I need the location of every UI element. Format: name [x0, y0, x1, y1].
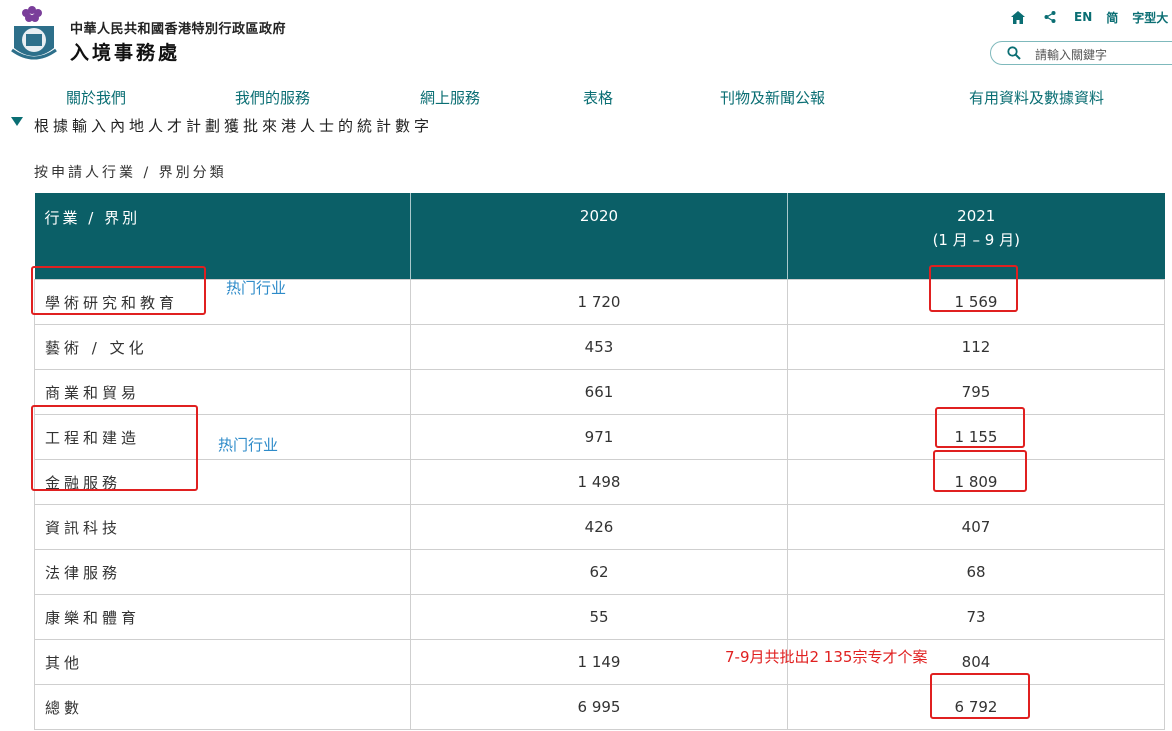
row-value-2020: 55 [410, 594, 788, 640]
top-toolbar: EN 简 字型大 [1008, 8, 1168, 26]
highlight-box-2021-education [929, 265, 1018, 312]
annotation-note: 7-9月共批出2 135宗专才个案 [725, 648, 928, 666]
language-sc-link[interactable]: 简 [1106, 9, 1118, 26]
highlight-box-2021-total [930, 673, 1030, 719]
row-category: 藝術 / 文化 [34, 324, 411, 370]
language-en-link[interactable]: EN [1074, 10, 1092, 24]
row-value-2020: 1 498 [410, 459, 788, 505]
nav-about-us[interactable]: 關於我們 [66, 87, 126, 108]
table-row: 康樂和體育 55 73 [34, 594, 1165, 640]
highlight-box-2021-engineering [935, 407, 1025, 448]
table-row: 法律服務 62 68 [34, 549, 1165, 595]
table-row: 資訊科技 426 407 [34, 504, 1165, 550]
highlight-box-engineering-finance [31, 405, 198, 491]
hot-industry-label-2: 热门行业 [218, 436, 279, 454]
row-value-2020: 1 720 [410, 279, 788, 325]
page-title: 根據輸入內地人才計劃獲批來港人士的統計數字 [34, 117, 434, 135]
row-category: 其他 [34, 639, 411, 685]
nav-publications-press[interactable]: 刊物及新聞公報 [720, 87, 825, 108]
header-2021-period: (1 月 – 9 月) [932, 231, 1020, 249]
row-category: 法律服務 [34, 549, 411, 595]
font-size-link[interactable]: 字型大 [1132, 9, 1168, 26]
share-icon[interactable] [1040, 8, 1060, 26]
row-value-2021: 68 [787, 549, 1165, 595]
collapse-triangle-icon[interactable] [11, 117, 23, 126]
org-name-line2[interactable]: 入境事務處 [70, 38, 180, 65]
highlight-box-education [31, 266, 206, 315]
org-name-line1: 中華人民共和國香港特別行政區政府 [70, 22, 287, 37]
nav-forms[interactable]: 表格 [583, 87, 613, 108]
row-value-2021: 112 [787, 324, 1165, 370]
row-value-2021: 407 [787, 504, 1165, 550]
search-input[interactable]: 請輸入關鍵字 [1035, 46, 1107, 63]
total-value-2020: 6 995 [410, 684, 788, 730]
highlight-box-2021-finance [933, 450, 1027, 492]
row-value-2020: 62 [410, 549, 788, 595]
row-value-2020: 426 [410, 504, 788, 550]
table-subtitle: 按申請人行業 / 界別分類 [34, 165, 227, 181]
row-value-2020: 971 [410, 414, 788, 460]
total-category: 總數 [34, 684, 411, 730]
header-2020: 2020 [410, 193, 788, 280]
home-icon[interactable] [1008, 8, 1028, 26]
table-row: 藝術 / 文化 453 112 [34, 324, 1165, 370]
hkid-emblem-logo[interactable] [8, 4, 60, 64]
nav-online-services[interactable]: 網上服務 [420, 87, 480, 108]
row-value-2020: 453 [410, 324, 788, 370]
search-box[interactable]: 請輸入關鍵字 [990, 41, 1172, 65]
row-value-2021: 73 [787, 594, 1165, 640]
row-category: 資訊科技 [34, 504, 411, 550]
hot-industry-label-1: 热门行业 [226, 279, 287, 297]
nav-our-services[interactable]: 我們的服務 [235, 87, 310, 108]
search-icon[interactable] [1007, 46, 1021, 60]
row-category: 康樂和體育 [34, 594, 411, 640]
row-value-2020: 661 [410, 369, 788, 415]
header-2021-year: 2021 [957, 207, 996, 225]
nav-useful-info-stats[interactable]: 有用資料及數據資料 [969, 87, 1104, 108]
